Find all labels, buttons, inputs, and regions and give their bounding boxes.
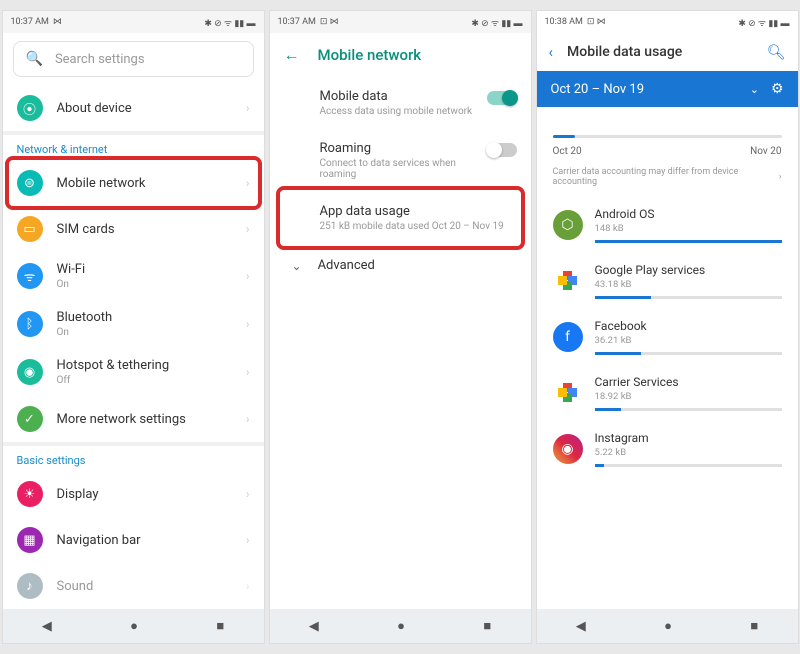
mobile-network-icon: ⊜ xyxy=(17,170,43,196)
android-nav-bar: ◀ ● ■ xyxy=(3,609,264,643)
status-icons: ✱ ⊘ ᯤ ▮▮ ▬ xyxy=(471,16,522,29)
search-placeholder: Search settings xyxy=(55,52,145,67)
mobile-network-row[interactable]: ⊜ Mobile network › xyxy=(3,160,264,206)
about-device-row[interactable]: ⦿ About device › xyxy=(3,85,264,131)
sim-icon: ▭ xyxy=(17,216,43,242)
back-button[interactable]: ◀ xyxy=(42,619,52,634)
chevron-down-icon: ⌄ xyxy=(292,259,302,273)
mobile-network-screen: 10:37 AM⊡ ⋈ ✱ ⊘ ᯤ ▮▮ ▬ ← Mobile network … xyxy=(269,10,532,644)
app-usage-row[interactable]: Carrier Services18.92 kB xyxy=(537,365,798,421)
status-icons: ✱ ⊘ ᯤ ▮▮ ▬ xyxy=(204,16,255,29)
bluetooth-row[interactable]: ᛒ BluetoothOn › xyxy=(3,300,264,348)
search-settings[interactable]: 🔍 Search settings xyxy=(13,41,254,77)
chevron-right-icon: › xyxy=(246,533,250,547)
data-usage-screen: 10:38 AM⊡ ⋈ ✱ ⊘ ᯤ ▮▮ ▬ ‹ Mobile data usa… xyxy=(536,10,799,644)
settings-screen: 10:37 AM⋈ ✱ ⊘ ᯤ ▮▮ ▬ 🔍 Search settings ⦿… xyxy=(2,10,265,644)
recent-button[interactable]: ■ xyxy=(483,618,491,634)
section-basic: Basic settings xyxy=(3,446,264,471)
sound-row[interactable]: ♪ Sound › xyxy=(3,563,264,609)
advanced-row[interactable]: ⌄ Advanced xyxy=(270,244,531,287)
back-chevron-icon[interactable]: ‹ xyxy=(549,43,554,61)
search-icon: 🔍 xyxy=(26,51,43,67)
mobile-data-toggle[interactable] xyxy=(487,91,517,105)
chevron-right-icon: › xyxy=(779,172,782,182)
sound-icon: ♪ xyxy=(17,573,43,599)
chevron-right-icon: › xyxy=(246,222,250,236)
screen-title: Mobile data usage xyxy=(567,44,752,60)
recent-button[interactable]: ■ xyxy=(216,618,224,634)
clock: 10:37 AM xyxy=(278,17,316,27)
bluetooth-icon: ᛒ xyxy=(17,311,43,337)
home-button[interactable]: ● xyxy=(664,618,672,634)
usage-timeline: Oct 20Nov 20 xyxy=(553,135,782,157)
chevron-right-icon: › xyxy=(246,269,250,283)
wifi-row[interactable]: ᯤ Wi-FiOn › xyxy=(3,252,264,300)
mobile-data-row[interactable]: Mobile dataAccess data using mobile netw… xyxy=(270,77,531,129)
chevron-right-icon: › xyxy=(246,101,250,115)
navigation-bar-row[interactable]: ▦ Navigation bar › xyxy=(3,517,264,563)
recent-button[interactable]: ■ xyxy=(750,618,758,634)
app-usage-row[interactable]: f Facebook36.21 kB xyxy=(537,309,798,365)
app-usage-row[interactable]: Google Play services43.18 kB xyxy=(537,253,798,309)
home-button[interactable]: ● xyxy=(130,618,138,634)
chevron-right-icon: › xyxy=(246,317,250,331)
play-services-icon xyxy=(553,266,583,296)
display-row[interactable]: ☀ Display › xyxy=(3,471,264,517)
roaming-toggle[interactable] xyxy=(487,143,517,157)
sim-cards-row[interactable]: ▭ SIM cards › xyxy=(3,206,264,252)
carrier-services-icon xyxy=(553,378,583,408)
android-nav-bar: ◀ ● ■ xyxy=(270,609,531,643)
chevron-right-icon: › xyxy=(246,365,250,379)
clock: 10:38 AM xyxy=(545,17,583,27)
app-usage-row[interactable]: ⬡ Android OS148 kB xyxy=(537,197,798,253)
android-os-icon: ⬡ xyxy=(553,210,583,240)
chevron-right-icon: › xyxy=(246,579,250,593)
clock: 10:37 AM xyxy=(11,17,49,27)
chevron-down-icon: ⌄ xyxy=(750,83,759,96)
facebook-icon: f xyxy=(553,322,583,352)
section-network: Network & internet xyxy=(3,135,264,160)
wifi-icon: ᯤ xyxy=(17,263,43,289)
status-bar: 10:37 AM⊡ ⋈ ✱ ⊘ ᯤ ▮▮ ▬ xyxy=(270,11,531,33)
app-data-usage-row[interactable]: App data usage251 kB mobile data used Oc… xyxy=(270,192,531,244)
hotspot-row[interactable]: ◉ Hotspot & tetheringOff › xyxy=(3,348,264,396)
about-icon: ⦿ xyxy=(17,95,43,121)
chevron-right-icon: › xyxy=(246,487,250,501)
screen-header: ← Mobile network xyxy=(270,33,531,77)
date-range-selector[interactable]: Oct 20 – Nov 19 ⌄ ⚙ xyxy=(537,71,798,107)
back-button[interactable]: ◀ xyxy=(576,619,586,634)
roaming-row[interactable]: RoamingConnect to data services when roa… xyxy=(270,129,531,192)
navbar-icon: ▦ xyxy=(17,527,43,553)
hotspot-icon: ◉ xyxy=(17,359,43,385)
search-icon[interactable]: 🔍︎ xyxy=(766,43,785,61)
gear-icon[interactable]: ⚙ xyxy=(771,81,784,97)
home-button[interactable]: ● xyxy=(397,618,405,634)
status-bar: 10:37 AM⋈ ✱ ⊘ ᯤ ▮▮ ▬ xyxy=(3,11,264,33)
chevron-right-icon: › xyxy=(246,176,250,190)
instagram-icon: ◉ xyxy=(553,434,583,464)
more-network-icon: ✓ xyxy=(17,406,43,432)
status-icons: ✱ ⊘ ᯤ ▮▮ ▬ xyxy=(738,16,789,29)
display-icon: ☀ xyxy=(17,481,43,507)
more-network-row[interactable]: ✓ More network settings › xyxy=(3,396,264,442)
carrier-note-row[interactable]: Carrier data accounting may differ from … xyxy=(537,163,798,197)
status-bar: 10:38 AM⊡ ⋈ ✱ ⊘ ᯤ ▮▮ ▬ xyxy=(537,11,798,33)
back-button[interactable]: ◀ xyxy=(309,619,319,634)
screen-header: ‹ Mobile data usage 🔍︎ xyxy=(537,33,798,71)
back-arrow-icon[interactable]: ← xyxy=(284,45,300,65)
chevron-right-icon: › xyxy=(246,412,250,426)
app-usage-row[interactable]: ◉ Instagram5.22 kB xyxy=(537,421,798,477)
screen-title: Mobile network xyxy=(318,46,422,64)
android-nav-bar: ◀ ● ■ xyxy=(537,609,798,643)
